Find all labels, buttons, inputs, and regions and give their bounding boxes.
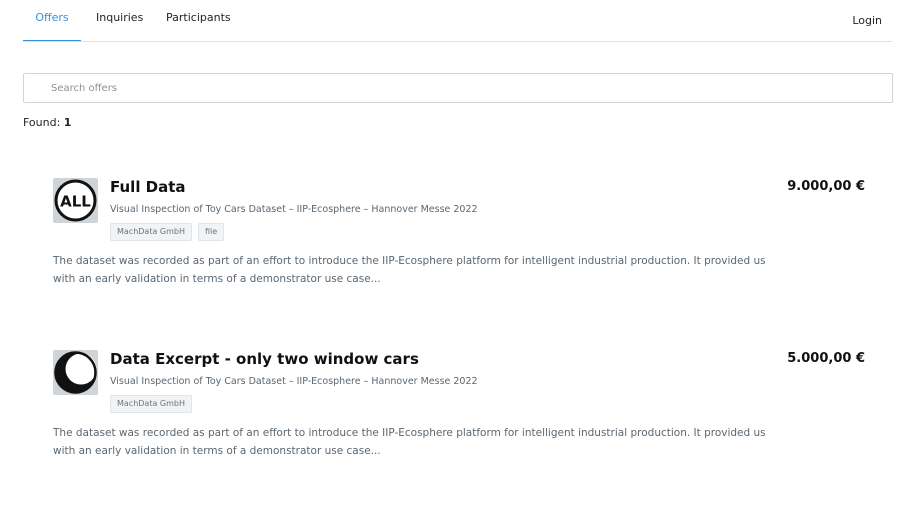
provider-tag: MachData GmbH	[110, 223, 193, 241]
offer-description: The dataset was recorded as part of an e…	[53, 255, 766, 285]
offer-title[interactable]: Data Excerpt - only two window cars	[110, 350, 419, 368]
offer-title[interactable]: Full Data	[110, 178, 186, 196]
offer-price: 5.000,00 €	[787, 351, 865, 366]
tab-inquiries[interactable]: Inquiries	[96, 0, 143, 40]
offer-subtitle: Visual Inspection of Toy Cars Dataset – …	[110, 376, 478, 387]
type-tag: file	[198, 223, 225, 241]
provider-tag: MachData GmbH	[110, 395, 193, 413]
login-link[interactable]: Login	[852, 0, 882, 40]
results-count: Found: 1	[23, 116, 71, 129]
svg-text:ALL: ALL	[60, 193, 91, 211]
offer-description: The dataset was recorded as part of an e…	[53, 427, 766, 457]
offer-price: 9.000,00 €	[787, 179, 865, 194]
found-count: 1	[63, 116, 72, 129]
all-badge-icon: ALL	[53, 178, 98, 223]
offer-tags: MachData GmbH file	[110, 223, 225, 241]
search-input[interactable]	[23, 73, 893, 103]
offer-subtitle: Visual Inspection of Toy Cars Dataset – …	[110, 204, 478, 215]
crescent-excerpt-icon	[53, 350, 98, 395]
tab-participants[interactable]: Participants	[166, 0, 231, 40]
tab-offers[interactable]: Offers	[23, 0, 81, 41]
top-navigation: Offers Inquiries Participants Login	[23, 0, 892, 42]
offer-tags: MachData GmbH	[110, 395, 193, 413]
found-label: Found:	[23, 116, 61, 129]
